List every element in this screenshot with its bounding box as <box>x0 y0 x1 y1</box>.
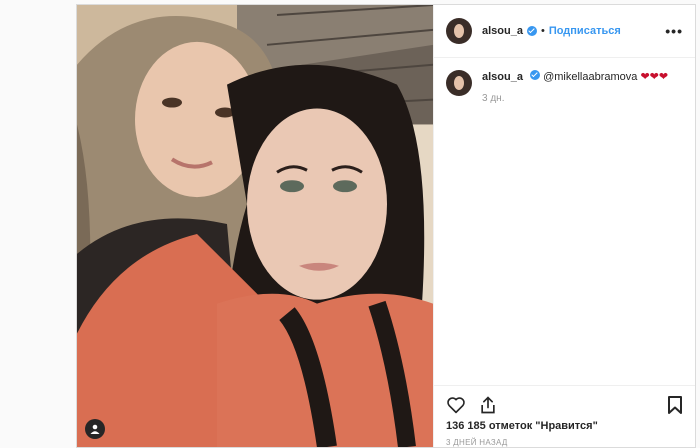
caption-username[interactable]: alsou_a <box>482 71 523 83</box>
post-photo[interactable] <box>77 5 433 447</box>
follow-button[interactable]: Подписаться <box>549 25 621 37</box>
caption-comment: alsou_a @mikellaabramova ❤❤❤ 3 дн. <box>446 70 683 106</box>
caption-text: alsou_a @mikellaabramova ❤❤❤ 3 дн. <box>482 70 668 106</box>
actions-bar: 136 185 отметок "Нравится" 3 дней назад <box>434 385 695 447</box>
post-header: alsou_a • Подписаться ••• <box>434 5 695 58</box>
comments-section: alsou_a @mikellaabramova ❤❤❤ 3 дн. <box>434 58 695 385</box>
post-timestamp: 3 дней назад <box>446 438 508 447</box>
bookmark-icon[interactable] <box>667 395 683 415</box>
more-options-icon[interactable]: ••• <box>665 23 683 39</box>
caption-age: 3 дн. <box>482 93 505 104</box>
username[interactable]: alsou_a <box>482 25 523 37</box>
hearts-emoji: ❤❤❤ <box>640 71 669 83</box>
post-sidebar: alsou_a • Подписаться ••• alsou_a @mikel… <box>433 5 695 447</box>
verified-badge-icon <box>530 70 541 80</box>
separator-dot: • <box>540 25 545 37</box>
user-tag-button[interactable] <box>85 419 105 439</box>
mention-link[interactable]: @mikellaabramova <box>543 71 637 83</box>
likes-count[interactable]: 136 185 отметок "Нравится" <box>446 420 683 432</box>
action-icons <box>446 392 683 418</box>
heart-icon[interactable] <box>446 396 466 414</box>
share-icon[interactable] <box>478 395 498 415</box>
verified-badge-icon <box>526 26 537 36</box>
selfie-photo <box>77 5 433 447</box>
user-tag-icon <box>90 424 100 434</box>
instagram-post: alsou_a • Подписаться ••• alsou_a @mikel… <box>76 4 696 448</box>
avatar[interactable] <box>446 18 472 44</box>
avatar[interactable] <box>446 70 472 96</box>
